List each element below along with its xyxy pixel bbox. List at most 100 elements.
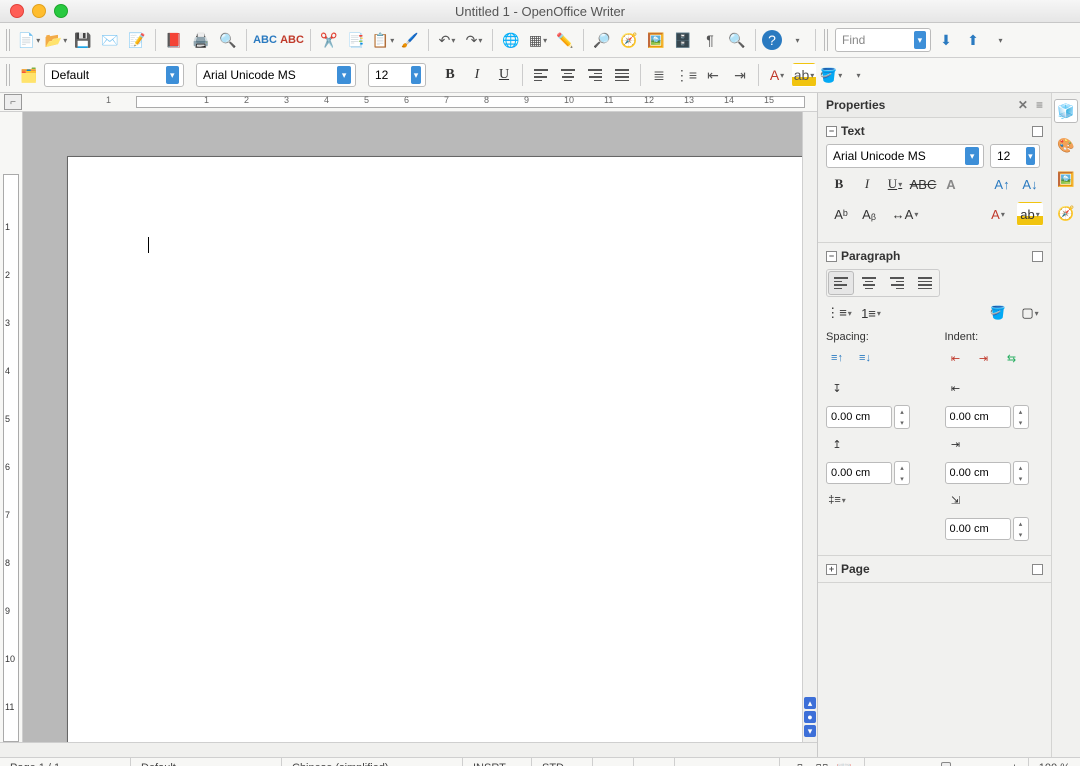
- status-signature[interactable]: [634, 758, 675, 766]
- gallery-button[interactable]: 🖼️: [644, 28, 668, 52]
- horizontal-scrollbar[interactable]: [0, 742, 817, 757]
- indent-first-input[interactable]: [945, 518, 1011, 540]
- sidebar-underline-button[interactable]: U▾: [882, 172, 908, 196]
- sidebar-font-name-input[interactable]: [831, 148, 961, 164]
- line-spacing-button[interactable]: ‡≡▾: [826, 489, 848, 511]
- paragraph-style-arrow[interactable]: ▾: [166, 66, 179, 84]
- character-spacing-button[interactable]: ↔A▾: [892, 202, 918, 226]
- edit-file-button[interactable]: 📝: [125, 28, 149, 52]
- formatting-toolbar-grip[interactable]: [6, 64, 12, 86]
- nonprinting-chars-button[interactable]: ¶: [698, 28, 722, 52]
- space-above-input[interactable]: [826, 406, 892, 428]
- sidebar-font-name-arrow[interactable]: ▾: [965, 147, 979, 165]
- horizontal-ruler[interactable]: ⌐ 1123456789101112131415: [0, 93, 817, 112]
- align-justify-button[interactable]: [610, 63, 634, 87]
- indent-left-spinner[interactable]: ▴▾: [1013, 405, 1029, 429]
- increase-font-button[interactable]: A↑: [989, 172, 1015, 196]
- export-pdf-button[interactable]: 📕: [162, 28, 186, 52]
- space-below-input[interactable]: [826, 462, 892, 484]
- indent-right-spinner[interactable]: ▴▾: [1013, 461, 1029, 485]
- hyperlink-button[interactable]: 🌐: [499, 28, 523, 52]
- autospellcheck-button[interactable]: ABC: [280, 28, 304, 52]
- save-button[interactable]: 💾: [71, 28, 95, 52]
- paragraph-border-button[interactable]: ▢▾: [1017, 301, 1043, 325]
- sidebar-increase-indent-button[interactable]: ⇥: [973, 347, 995, 369]
- status-style[interactable]: Default: [131, 758, 282, 766]
- table-button[interactable]: ▦▾: [526, 28, 550, 52]
- open-button[interactable]: 📂▾: [44, 28, 68, 52]
- text-section-twisty[interactable]: −: [826, 126, 837, 137]
- find-previous-button[interactable]: ⬆: [961, 28, 985, 52]
- sidebar-font-size-arrow[interactable]: ▾: [1026, 147, 1035, 165]
- zoom-out-button[interactable]: −: [875, 762, 881, 766]
- decrease-spacing-button[interactable]: ≡↓: [854, 347, 876, 369]
- find-dropdown-arrow[interactable]: ▾: [914, 31, 926, 49]
- indent-right-input[interactable]: [945, 462, 1011, 484]
- sidebar-bullets-button[interactable]: ⋮≡▾: [826, 301, 852, 325]
- status-selection-mode[interactable]: STD: [532, 758, 593, 766]
- find-input[interactable]: [840, 32, 910, 48]
- format-paintbrush-button[interactable]: 🖌️: [398, 28, 422, 52]
- subscript-button[interactable]: Aᵦ: [856, 202, 882, 226]
- sidebar-numbering-button[interactable]: 1≡▾: [858, 301, 884, 325]
- highlight-color-button[interactable]: ab▾: [792, 63, 816, 87]
- font-name-input[interactable]: [201, 67, 333, 83]
- redo-button[interactable]: ↷▾: [462, 28, 486, 52]
- show-draw-functions-button[interactable]: ✏️: [553, 28, 577, 52]
- sidebar-font-name-combobox[interactable]: ▾: [826, 144, 984, 168]
- font-color-button[interactable]: A▾: [765, 63, 789, 87]
- sidebar-bold-button[interactable]: B: [826, 172, 852, 196]
- page-section-twisty[interactable]: +: [826, 564, 837, 575]
- sidebar-font-size-input[interactable]: [995, 148, 1022, 164]
- indent-first-spinner[interactable]: ▴▾: [1013, 517, 1029, 541]
- data-sources-button[interactable]: 🗄️: [671, 28, 695, 52]
- sidebar-highlight-button[interactable]: ab▾: [1017, 202, 1043, 226]
- italic-button[interactable]: I: [465, 63, 489, 87]
- align-center-button[interactable]: [556, 63, 580, 87]
- toolbar-overflow[interactable]: ▾: [785, 28, 809, 52]
- font-name-arrow[interactable]: ▾: [337, 66, 351, 84]
- status-language[interactable]: Chinese (simplified): [282, 758, 463, 766]
- sidebar-align-justify-button[interactable]: [912, 271, 938, 295]
- sidebar-align-left-button[interactable]: [828, 271, 854, 295]
- sidebar-decrease-indent-button[interactable]: ⇤: [945, 347, 967, 369]
- decrease-indent-button[interactable]: ⇤: [701, 63, 725, 87]
- next-page-button[interactable]: ▾: [804, 725, 816, 737]
- paragraph-style-input[interactable]: [49, 67, 162, 83]
- space-above-spinner[interactable]: ▴▾: [894, 405, 910, 429]
- zoom-in-button[interactable]: +: [1011, 762, 1017, 766]
- print-preview-button[interactable]: 🔍: [216, 28, 240, 52]
- navigation-button[interactable]: ●: [804, 711, 816, 723]
- new-document-button[interactable]: 📄▾: [17, 28, 41, 52]
- sidebar-shadow-button[interactable]: A: [938, 172, 964, 196]
- find-combobox[interactable]: ▾: [835, 28, 931, 52]
- book-view-icon[interactable]: 📖: [835, 759, 853, 766]
- font-size-arrow[interactable]: ▾: [411, 66, 421, 84]
- numbered-list-button[interactable]: ≣: [647, 63, 671, 87]
- background-color-button[interactable]: 🪣▾: [819, 63, 843, 87]
- multi-page-view-icon[interactable]: ▯▯: [813, 759, 831, 766]
- styles-button[interactable]: 🗂️: [17, 63, 41, 87]
- toolbar-grip[interactable]: [6, 29, 12, 51]
- underline-button[interactable]: U: [492, 63, 516, 87]
- font-size-combobox[interactable]: ▾: [368, 63, 426, 87]
- spellcheck-button[interactable]: ABC: [253, 28, 277, 52]
- paste-button[interactable]: 📋▾: [371, 28, 395, 52]
- vertical-ruler[interactable]: 1234567891011: [0, 112, 23, 742]
- vertical-scrollbar[interactable]: ▴ ● ▾: [802, 112, 817, 742]
- paragraph-section-twisty[interactable]: −: [826, 251, 837, 262]
- navigator-button[interactable]: 🧭: [617, 28, 641, 52]
- font-size-input[interactable]: [373, 67, 407, 83]
- email-button[interactable]: ✉️: [98, 28, 122, 52]
- indent-left-input[interactable]: [945, 406, 1011, 428]
- properties-close-button[interactable]: ✕: [1018, 98, 1028, 112]
- sidebar-align-right-button[interactable]: [884, 271, 910, 295]
- paragraph-style-combobox[interactable]: ▾: [44, 63, 184, 87]
- align-right-button[interactable]: [583, 63, 607, 87]
- increase-spacing-button[interactable]: ≡↑: [826, 347, 848, 369]
- font-name-combobox[interactable]: ▾: [196, 63, 356, 87]
- align-left-button[interactable]: [529, 63, 553, 87]
- increase-indent-button[interactable]: ⇥: [728, 63, 752, 87]
- zoom-button[interactable]: 🔍: [725, 28, 749, 52]
- space-below-spinner[interactable]: ▴▾: [894, 461, 910, 485]
